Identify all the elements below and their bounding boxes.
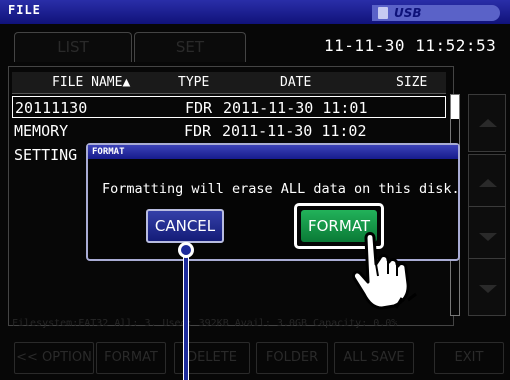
page-down-button[interactable] [468, 258, 506, 316]
folder-button[interactable]: FOLDER [256, 342, 328, 374]
file-type: FDR [184, 122, 212, 140]
option-button[interactable]: << OPTION [14, 342, 94, 374]
scrollbar-thumb[interactable] [451, 95, 459, 119]
cancel-button[interactable]: CANCEL [146, 209, 224, 243]
scroll-up-button[interactable] [468, 154, 506, 212]
filesystem-status: Filesystem:FAT32 All: 3. Used: 392KB Ava… [12, 318, 398, 329]
triangle-down-icon [479, 285, 497, 293]
triangle-up-icon [479, 179, 497, 187]
column-file-name[interactable]: FILE NAME▲ [52, 75, 130, 90]
file-date: 2011-11-30 11:01 [223, 99, 368, 117]
dialog-title: FORMAT [88, 145, 458, 159]
file-row-selected[interactable]: 20111130 FDR 2011-11-30 11:01 [12, 96, 446, 118]
sd-card-icon [378, 7, 388, 19]
callout-line [183, 257, 189, 380]
storage-label: USB [394, 6, 422, 20]
scroll-down-button[interactable] [468, 206, 506, 264]
tab-set[interactable]: SET [134, 32, 246, 62]
file-date: 2011-11-30 11:02 [222, 122, 367, 140]
callout-marker [178, 242, 194, 258]
file-row[interactable]: MEMORY FDR 2011-11-30 11:02 [12, 120, 446, 142]
triangle-up-icon [479, 119, 497, 127]
file-screen: FILE USB LIST SET 11-11-30 11:52:53 FILE… [0, 0, 510, 380]
column-date[interactable]: DATE [280, 75, 311, 90]
column-size[interactable]: SIZE [396, 75, 427, 90]
page-up-button[interactable] [468, 94, 506, 152]
window-title: FILE [8, 3, 41, 17]
column-type[interactable]: TYPE [178, 75, 209, 90]
file-list-header: FILE NAME▲ TYPE DATE SIZE [12, 72, 446, 94]
file-name: SETTING [14, 146, 78, 164]
title-bar: FILE USB [0, 0, 510, 24]
tab-list[interactable]: LIST [14, 32, 132, 62]
dialog-message: Formatting will erase ALL data on this d… [102, 181, 460, 197]
file-name: MEMORY [14, 122, 69, 140]
format-tool-button[interactable]: FORMAT [96, 342, 166, 374]
clock-readout: 11-11-30 11:52:53 [324, 36, 497, 55]
exit-button[interactable]: EXIT [434, 342, 504, 374]
all-save-button[interactable]: ALL SAVE [334, 342, 414, 374]
tapping-hand-icon [352, 232, 417, 310]
file-type: FDR [185, 99, 213, 117]
triangle-down-icon [479, 233, 497, 241]
storage-indicator: USB [372, 5, 500, 21]
file-name: 20111130 [15, 99, 88, 117]
